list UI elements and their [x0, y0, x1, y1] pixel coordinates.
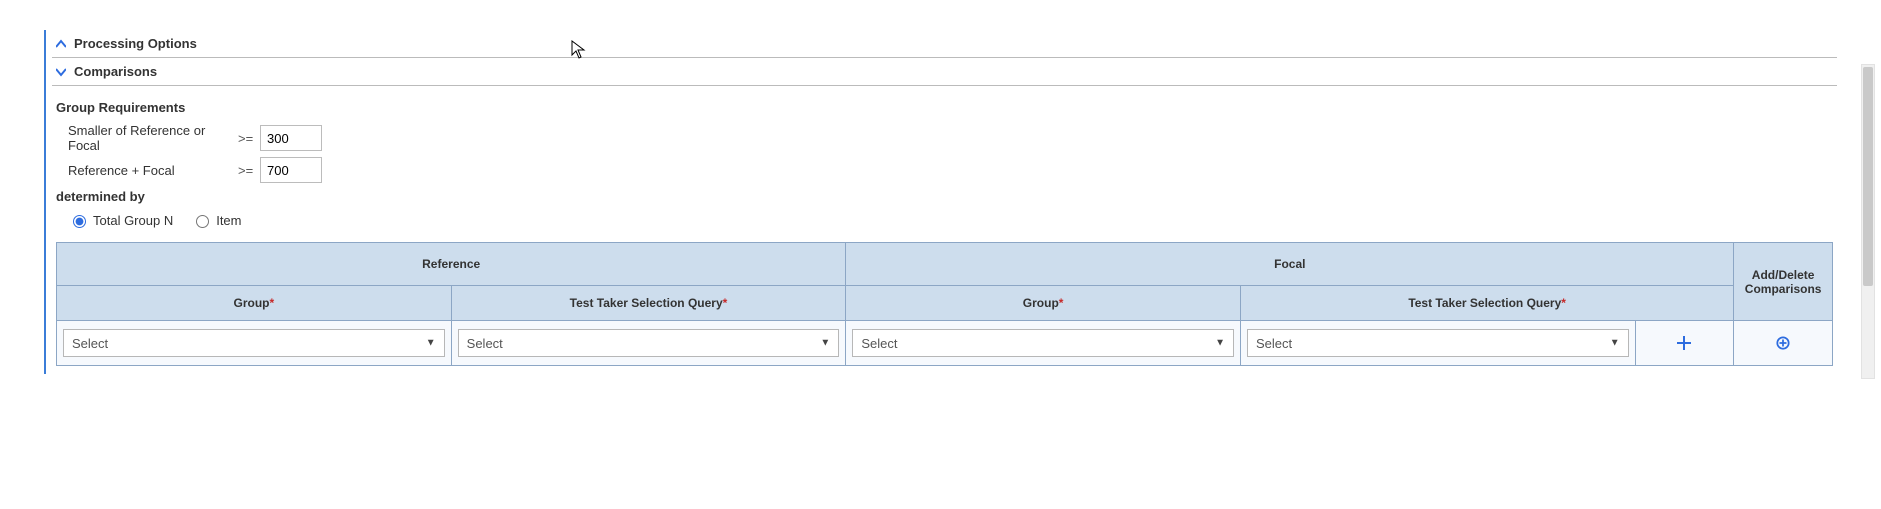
- chevron-down-icon: [54, 67, 68, 77]
- th-add-delete: Add/Delete Comparisons: [1734, 243, 1833, 321]
- plus-circle-icon: [1776, 336, 1790, 350]
- radio-label-item: Item: [216, 213, 241, 228]
- req-row-smaller: Smaller of Reference or Focal >=: [68, 123, 1833, 153]
- th-text: Test Taker Selection Query: [570, 296, 723, 310]
- req-op-smaller: >=: [238, 131, 260, 146]
- focal-query-select[interactable]: Select ▼: [1247, 329, 1629, 357]
- required-mark-icon: *: [723, 296, 728, 310]
- radio-label-total: Total Group N: [93, 213, 173, 228]
- section-title-processing-options: Processing Options: [74, 36, 197, 51]
- add-delete-row-button[interactable]: [1772, 332, 1794, 354]
- radio-option-total[interactable]: Total Group N: [68, 212, 173, 228]
- group-requirements-heading: Group Requirements: [56, 100, 1833, 115]
- ref-group-select[interactable]: Select ▼: [63, 329, 445, 357]
- ref-query-select[interactable]: Select ▼: [458, 329, 840, 357]
- th-ref-group: Group*: [57, 286, 452, 321]
- chevron-right-icon: [54, 39, 68, 49]
- th-text: Group: [233, 296, 269, 310]
- th-text: Test Taker Selection Query: [1408, 296, 1561, 310]
- section-title-comparisons: Comparisons: [74, 64, 157, 79]
- th-reference: Reference: [57, 243, 846, 286]
- plus-icon: [1677, 336, 1691, 350]
- scrollbar-thumb[interactable]: [1863, 67, 1873, 286]
- section-header-processing-options[interactable]: Processing Options: [52, 30, 1837, 58]
- table-row: Select ▼ Select ▼ Select: [57, 321, 1833, 366]
- determined-by-heading: determined by: [56, 189, 1833, 204]
- required-mark-icon: *: [269, 296, 274, 310]
- combo-value: Select: [467, 336, 503, 351]
- required-mark-icon: *: [1059, 296, 1064, 310]
- comparisons-table: Reference Focal Add/Delete Comparisons G…: [56, 242, 1833, 366]
- combo-value: Select: [861, 336, 897, 351]
- caret-down-icon: ▼: [1215, 338, 1225, 349]
- determined-by-options: Total Group N Item: [68, 212, 1833, 228]
- req-input-sum[interactable]: [260, 157, 322, 183]
- radio-total-group-n[interactable]: [73, 215, 86, 228]
- req-row-sum: Reference + Focal >=: [68, 157, 1833, 183]
- th-focal: Focal: [846, 243, 1734, 286]
- req-input-smaller[interactable]: [260, 125, 322, 151]
- th-text: Group: [1023, 296, 1059, 310]
- vertical-scrollbar[interactable]: [1861, 64, 1875, 379]
- focal-group-select[interactable]: Select ▼: [852, 329, 1234, 357]
- caret-down-icon: ▼: [820, 338, 830, 349]
- required-mark-icon: *: [1561, 296, 1566, 310]
- th-ref-query: Test Taker Selection Query*: [451, 286, 846, 321]
- th-focal-group: Group*: [846, 286, 1241, 321]
- caret-down-icon: ▼: [426, 338, 436, 349]
- req-label-smaller: Smaller of Reference or Focal: [68, 123, 238, 153]
- radio-item[interactable]: [196, 215, 209, 228]
- comparisons-body: Group Requirements Smaller of Reference …: [52, 86, 1837, 374]
- section-header-comparisons[interactable]: Comparisons: [52, 58, 1837, 86]
- radio-option-item[interactable]: Item: [191, 212, 241, 228]
- req-label-sum: Reference + Focal: [68, 163, 238, 178]
- add-comparison-button[interactable]: [1673, 332, 1695, 354]
- th-focal-query: Test Taker Selection Query*: [1240, 286, 1733, 321]
- combo-value: Select: [72, 336, 108, 351]
- combo-value: Select: [1256, 336, 1292, 351]
- req-op-sum: >=: [238, 163, 260, 178]
- caret-down-icon: ▼: [1610, 338, 1620, 349]
